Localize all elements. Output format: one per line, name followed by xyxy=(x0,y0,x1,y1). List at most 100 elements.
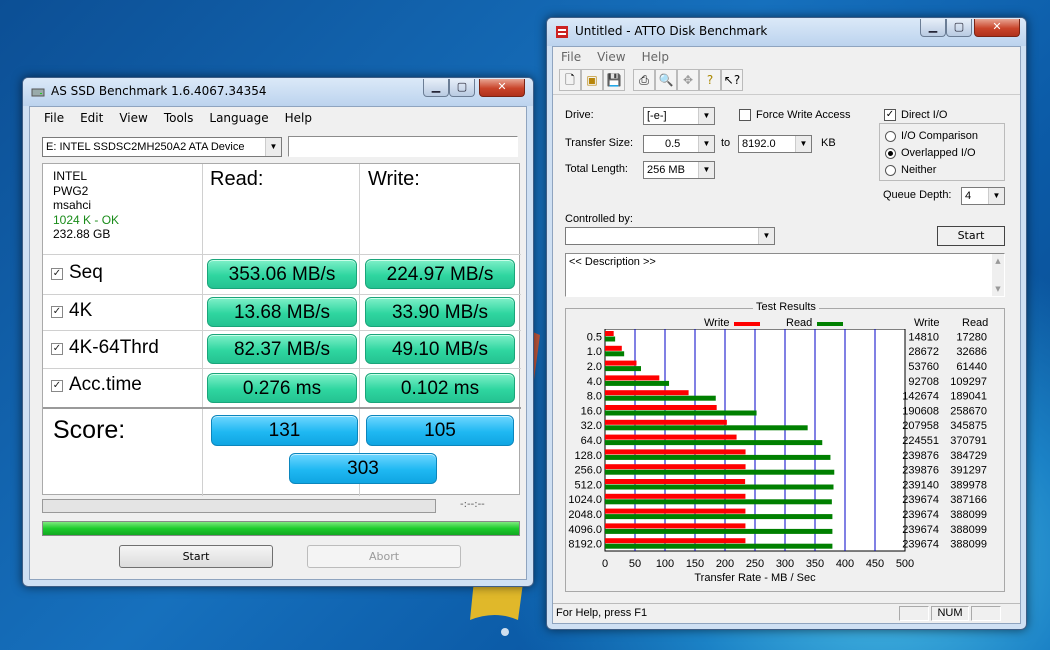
menu-edit[interactable]: Edit xyxy=(72,111,111,125)
atto-minimize-button[interactable]: ▁ xyxy=(920,19,946,37)
category-label: 256.0 xyxy=(574,465,602,477)
4k-checkbox[interactable]: ✓ xyxy=(51,306,63,318)
transfer-size-label: Transfer Size: xyxy=(565,137,634,149)
x-tick-label: 200 xyxy=(716,558,734,570)
close-button[interactable]: ✕ xyxy=(479,79,525,97)
minimize-button[interactable]: ▁ xyxy=(423,79,449,97)
read-value: 109297 xyxy=(950,376,987,388)
total-length-label: Total Length: xyxy=(565,163,628,175)
category-label: 1024.0 xyxy=(568,494,602,506)
menu-view[interactable]: View xyxy=(111,111,155,125)
atto-menu-help[interactable]: Help xyxy=(634,50,677,64)
transfer-size-from-select[interactable]: 0.5 ▼ xyxy=(643,135,715,153)
write-bar xyxy=(605,331,614,336)
print-icon[interactable]: ⎙ xyxy=(633,69,655,91)
seq-checkbox[interactable]: ✓ xyxy=(51,268,63,280)
read-value: 384729 xyxy=(950,450,987,462)
read-bar xyxy=(605,469,835,475)
4k-64thrd-checkbox[interactable]: ✓ xyxy=(51,343,63,355)
acc-time-checkbox[interactable]: ✓ xyxy=(51,380,63,392)
write-value: 28672 xyxy=(908,346,939,358)
open-folder-icon[interactable]: ▣ xyxy=(581,69,603,91)
seq-read-value: 353.06 MB/s xyxy=(207,259,357,289)
write-bar xyxy=(605,508,746,514)
status-pane-3 xyxy=(971,606,1001,621)
menu-help[interactable]: Help xyxy=(277,111,320,125)
write-bar xyxy=(605,449,746,455)
move-icon[interactable]: ✥ xyxy=(677,69,699,91)
chevron-down-icon: ▼ xyxy=(988,188,1004,204)
description-box[interactable]: << Description >> ▲ ▼ xyxy=(565,253,1005,297)
write-bar xyxy=(605,479,746,484)
menu-tools[interactable]: Tools xyxy=(156,111,202,125)
maximize-button[interactable]: ▢ xyxy=(449,79,475,97)
read-value: 345875 xyxy=(950,420,987,432)
atto-maximize-button[interactable]: ▢ xyxy=(946,19,972,37)
total-length-value: 256 MB xyxy=(647,164,685,176)
controlled-by-select[interactable]: ▼ xyxy=(565,227,775,245)
menu-language[interactable]: Language xyxy=(201,111,276,125)
to-label: to xyxy=(721,137,731,149)
force-write-checkbox[interactable] xyxy=(739,109,751,121)
write-header: Write: xyxy=(368,168,420,190)
neither-radio[interactable] xyxy=(885,165,896,176)
atto-menu-view[interactable]: View xyxy=(589,50,633,64)
new-file-icon[interactable]: 🗋 xyxy=(559,69,581,91)
read-bar xyxy=(605,528,833,534)
direct-io-checkbox[interactable]: ✓ xyxy=(884,109,896,121)
atto-start-button[interactable]: Start xyxy=(937,226,1005,246)
menu-file[interactable]: File xyxy=(36,111,72,125)
drive-capacity: 232.88 GB xyxy=(53,227,111,241)
help-icon[interactable]: ? xyxy=(699,69,721,91)
read-bar xyxy=(605,366,641,372)
toolbar: 🗋 ▣ 💾 ⎙ 🔍 ✥ ? ↖? xyxy=(553,67,1020,95)
atto-close-button[interactable]: ✕ xyxy=(974,19,1020,37)
io-comparison-radio[interactable] xyxy=(885,131,896,142)
write-value: 239876 xyxy=(902,450,939,462)
overlapped-io-radio[interactable] xyxy=(885,148,896,159)
x-tick-label: 50 xyxy=(629,558,641,570)
score-read: 131 xyxy=(211,415,358,446)
chevron-down-icon: ▼ xyxy=(795,136,811,152)
acc-time-write-value: 0.102 ms xyxy=(365,373,515,403)
write-value: 142674 xyxy=(902,391,939,403)
atto-titlebar[interactable]: Untitled - ATTO Disk Benchmark ▁ ▢ ✕ xyxy=(547,18,1026,46)
category-label: 512.0 xyxy=(574,479,602,491)
abort-button[interactable]: Abort xyxy=(307,545,461,568)
category-label: 128.0 xyxy=(574,450,602,462)
queue-depth-select[interactable]: 4 ▼ xyxy=(961,187,1005,205)
atto-menu-file[interactable]: File xyxy=(553,50,589,64)
x-tick-label: 0 xyxy=(602,558,608,570)
overlapped-io-label: Overlapped I/O xyxy=(901,147,976,159)
read-header: Read: xyxy=(210,168,264,190)
drive-select[interactable]: [-e-] ▼ xyxy=(643,107,715,125)
write-bar xyxy=(605,464,746,470)
read-bar xyxy=(605,499,832,505)
kb-label: KB xyxy=(821,137,836,149)
acc-time-label: Acc.time xyxy=(69,374,142,395)
description-scrollbar[interactable]: ▲ ▼ xyxy=(992,254,1004,296)
device-extra-field[interactable] xyxy=(288,136,518,157)
transfer-size-to-select[interactable]: 8192.0 ▼ xyxy=(738,135,812,153)
description-text: << Description >> xyxy=(569,256,656,268)
write-value: 14810 xyxy=(908,331,939,343)
category-label: 0.5 xyxy=(587,331,602,343)
read-bar xyxy=(605,380,670,386)
x-tick-label: 150 xyxy=(686,558,704,570)
status-text: For Help, press F1 xyxy=(556,607,648,619)
total-length-select[interactable]: 256 MB ▼ xyxy=(643,161,715,179)
print-preview-icon[interactable]: 🔍 xyxy=(655,69,677,91)
col-read-header: Read xyxy=(962,317,989,329)
start-button[interactable]: Start xyxy=(119,545,273,568)
context-help-icon[interactable]: ↖? xyxy=(721,69,743,91)
force-write-label: Force Write Access xyxy=(756,109,851,121)
legend-read-label: Read xyxy=(786,317,813,329)
score-total: 303 xyxy=(289,453,437,484)
read-value: 388099 xyxy=(950,539,987,551)
device-select[interactable]: E: INTEL SSDSC2MH250A2 ATA Device ▼ xyxy=(42,137,282,157)
as-ssd-titlebar[interactable]: AS SSD Benchmark 1.6.4067.34354 ▁ ▢ ✕ xyxy=(23,78,533,106)
main-progress-track xyxy=(42,521,520,536)
save-icon[interactable]: 💾 xyxy=(603,69,625,91)
read-bar xyxy=(605,440,823,446)
write-bar xyxy=(605,375,660,381)
